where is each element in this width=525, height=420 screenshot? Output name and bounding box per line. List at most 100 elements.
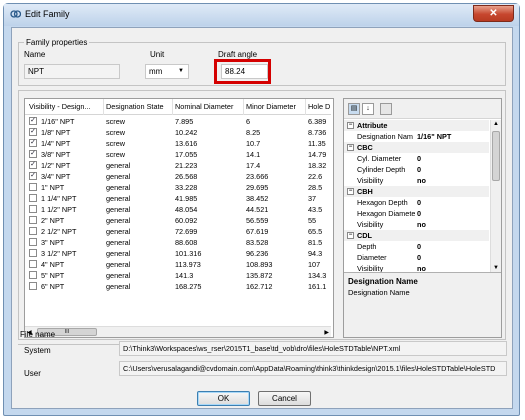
property-row[interactable]: Visibility no (344, 219, 489, 230)
visibility-checkbox[interactable]: ✓ (29, 139, 37, 147)
family-table[interactable]: Visibility - Design... Designation State… (24, 98, 334, 338)
property-scroll-thumb[interactable] (492, 131, 500, 181)
property-grid[interactable]: − Attribute Designation Nam 1/16" NPT − CBC Cy… (344, 120, 489, 272)
property-pages-icon[interactable] (380, 103, 392, 115)
col-divider[interactable] (172, 99, 173, 115)
visibility-checkbox[interactable] (29, 282, 37, 290)
property-row[interactable]: Visibility no (344, 263, 489, 272)
property-row[interactable]: Hexagon Diamete 0 (344, 208, 489, 219)
cell-designation: 3/4" NPT (41, 172, 71, 181)
property-row[interactable]: Cyl. Diameter 0 (344, 153, 489, 164)
cell-hole-diameter: 8.736 (308, 128, 327, 137)
property-row[interactable]: Depth 0 (344, 241, 489, 252)
visibility-checkbox[interactable] (29, 260, 37, 268)
system-path-field[interactable]: D:\Think3\Workspaces\ws_rser\2015T1_base… (119, 341, 507, 356)
table-row[interactable]: ✓ 3/8" NPT screw 17.055 14.1 14.79 (25, 149, 331, 160)
table-row[interactable]: 1 1/4" NPT general 41.985 38.452 37 (25, 193, 331, 204)
table-row[interactable]: ✓ 1/16" NPT screw 7.895 6 6.389 (25, 116, 331, 127)
scroll-up-icon[interactable]: ▲ (493, 121, 499, 127)
table-row[interactable]: 6" NPT general 168.275 162.712 161.1 (25, 281, 331, 292)
cell-nominal-diameter: 17.055 (175, 150, 198, 159)
cell-state: general (106, 205, 131, 214)
visibility-checkbox[interactable] (29, 238, 37, 246)
visibility-checkbox[interactable]: ✓ (29, 172, 37, 180)
col-divider[interactable] (243, 99, 244, 115)
property-scrollbar[interactable]: ▲ ▼ (490, 120, 501, 272)
user-path-field[interactable]: C:\Users\verusalagandi@cvdomain.com\AppD… (119, 361, 507, 376)
sort-alphabetical-icon[interactable]: ↓ (362, 103, 374, 115)
property-name: Cyl. Diameter (357, 154, 402, 163)
table-row[interactable]: 2" NPT general 60.092 56.559 55 (25, 215, 331, 226)
col-visibility-header[interactable]: Visibility - Design... (29, 102, 101, 111)
visibility-checkbox[interactable] (29, 183, 37, 191)
property-value[interactable]: 0 (417, 252, 421, 263)
property-value[interactable]: 0 (417, 164, 421, 175)
col-divider[interactable] (103, 99, 104, 115)
property-category[interactable]: − CBC (344, 142, 489, 153)
property-row[interactable]: Visibility no (344, 175, 489, 186)
collapse-icon[interactable]: − (347, 122, 354, 129)
cancel-button[interactable]: Cancel (258, 391, 311, 406)
property-row[interactable]: Hexagon Depth 0 (344, 197, 489, 208)
property-row[interactable]: Cylinder Depth 0 (344, 164, 489, 175)
property-row[interactable]: Designation Nam 1/16" NPT (344, 131, 489, 142)
col-divider[interactable] (305, 99, 306, 115)
property-value[interactable]: 0 (417, 153, 421, 164)
table-row[interactable]: ✓ 1/2" NPT general 21.223 17.4 18.32 (25, 160, 331, 171)
property-value[interactable]: no (417, 263, 426, 272)
table-row[interactable]: ✓ 1/4" NPT screw 13.616 10.7 11.35 (25, 138, 331, 149)
table-row[interactable]: 3 1/2" NPT general 101.316 96.236 94.3 (25, 248, 331, 259)
property-category[interactable]: − CDL (344, 230, 489, 241)
table-row[interactable]: 2 1/2" NPT general 72.699 67.619 65.5 (25, 226, 331, 237)
visibility-checkbox[interactable] (29, 194, 37, 202)
scroll-right-icon[interactable]: ▶ (324, 329, 329, 336)
table-row[interactable]: 5" NPT general 141.3 135.872 134.3 (25, 270, 331, 281)
cell-nominal-diameter: 60.092 (175, 216, 198, 225)
table-row[interactable]: 1 1/2" NPT general 48.054 44.521 43.5 (25, 204, 331, 215)
property-value[interactable]: 0 (417, 208, 421, 219)
visibility-checkbox[interactable] (29, 205, 37, 213)
categorized-view-icon[interactable]: ▤ (348, 103, 360, 115)
property-row[interactable]: Diameter 0 (344, 252, 489, 263)
highlight-box (214, 59, 271, 84)
collapse-icon[interactable]: − (347, 144, 354, 151)
property-value[interactable]: 0 (417, 197, 421, 208)
property-category[interactable]: − Attribute (344, 120, 489, 131)
visibility-checkbox[interactable] (29, 227, 37, 235)
horizontal-scrollbar[interactable]: ◀ III ▶ (25, 326, 331, 337)
property-value[interactable]: no (417, 219, 426, 230)
col-hole-header[interactable]: Hole D (308, 102, 330, 111)
property-name: Designation Nam (357, 132, 413, 141)
name-field[interactable]: NPT (24, 64, 120, 79)
unit-select[interactable]: mm ▼ (145, 64, 189, 79)
property-category[interactable]: − CBH (344, 186, 489, 197)
visibility-checkbox[interactable] (29, 216, 37, 224)
cell-hole-diameter: 161.1 (308, 282, 327, 291)
visibility-checkbox[interactable] (29, 249, 37, 257)
col-nominal-diameter-header[interactable]: Nominal Diameter (175, 102, 241, 111)
collapse-icon[interactable]: − (347, 232, 354, 239)
table-row[interactable]: 4" NPT general 113.973 108.893 107 (25, 259, 331, 270)
table-row[interactable]: 3" NPT general 88.608 83.528 81.5 (25, 237, 331, 248)
visibility-checkbox[interactable] (29, 271, 37, 279)
title-bar[interactable]: Edit Family ✕ (4, 4, 519, 26)
visibility-checkbox[interactable]: ✓ (29, 117, 37, 125)
cell-designation: 6" NPT (41, 282, 65, 291)
visibility-checkbox[interactable]: ✓ (29, 150, 37, 158)
ok-button[interactable]: OK (197, 391, 250, 406)
close-button[interactable]: ✕ (473, 5, 514, 22)
scroll-down-icon[interactable]: ▼ (493, 265, 499, 271)
table-row[interactable]: 1" NPT general 33.228 29.695 28.5 (25, 182, 331, 193)
window-title: Edit Family (25, 9, 70, 19)
property-value[interactable]: no (417, 175, 426, 186)
table-row[interactable]: ✓ 3/4" NPT general 26.568 23.666 22.6 (25, 171, 331, 182)
property-value[interactable]: 1/16" NPT (417, 131, 451, 142)
col-designation-state-header[interactable]: Designation State (106, 102, 170, 111)
description-title: Designation Name (348, 277, 418, 286)
property-value[interactable]: 0 (417, 241, 421, 252)
collapse-icon[interactable]: − (347, 188, 354, 195)
visibility-checkbox[interactable]: ✓ (29, 128, 37, 136)
table-row[interactable]: ✓ 1/8" NPT screw 10.242 8.25 8.736 (25, 127, 331, 138)
col-minor-diameter-header[interactable]: Minor Diameter (246, 102, 303, 111)
visibility-checkbox[interactable]: ✓ (29, 161, 37, 169)
